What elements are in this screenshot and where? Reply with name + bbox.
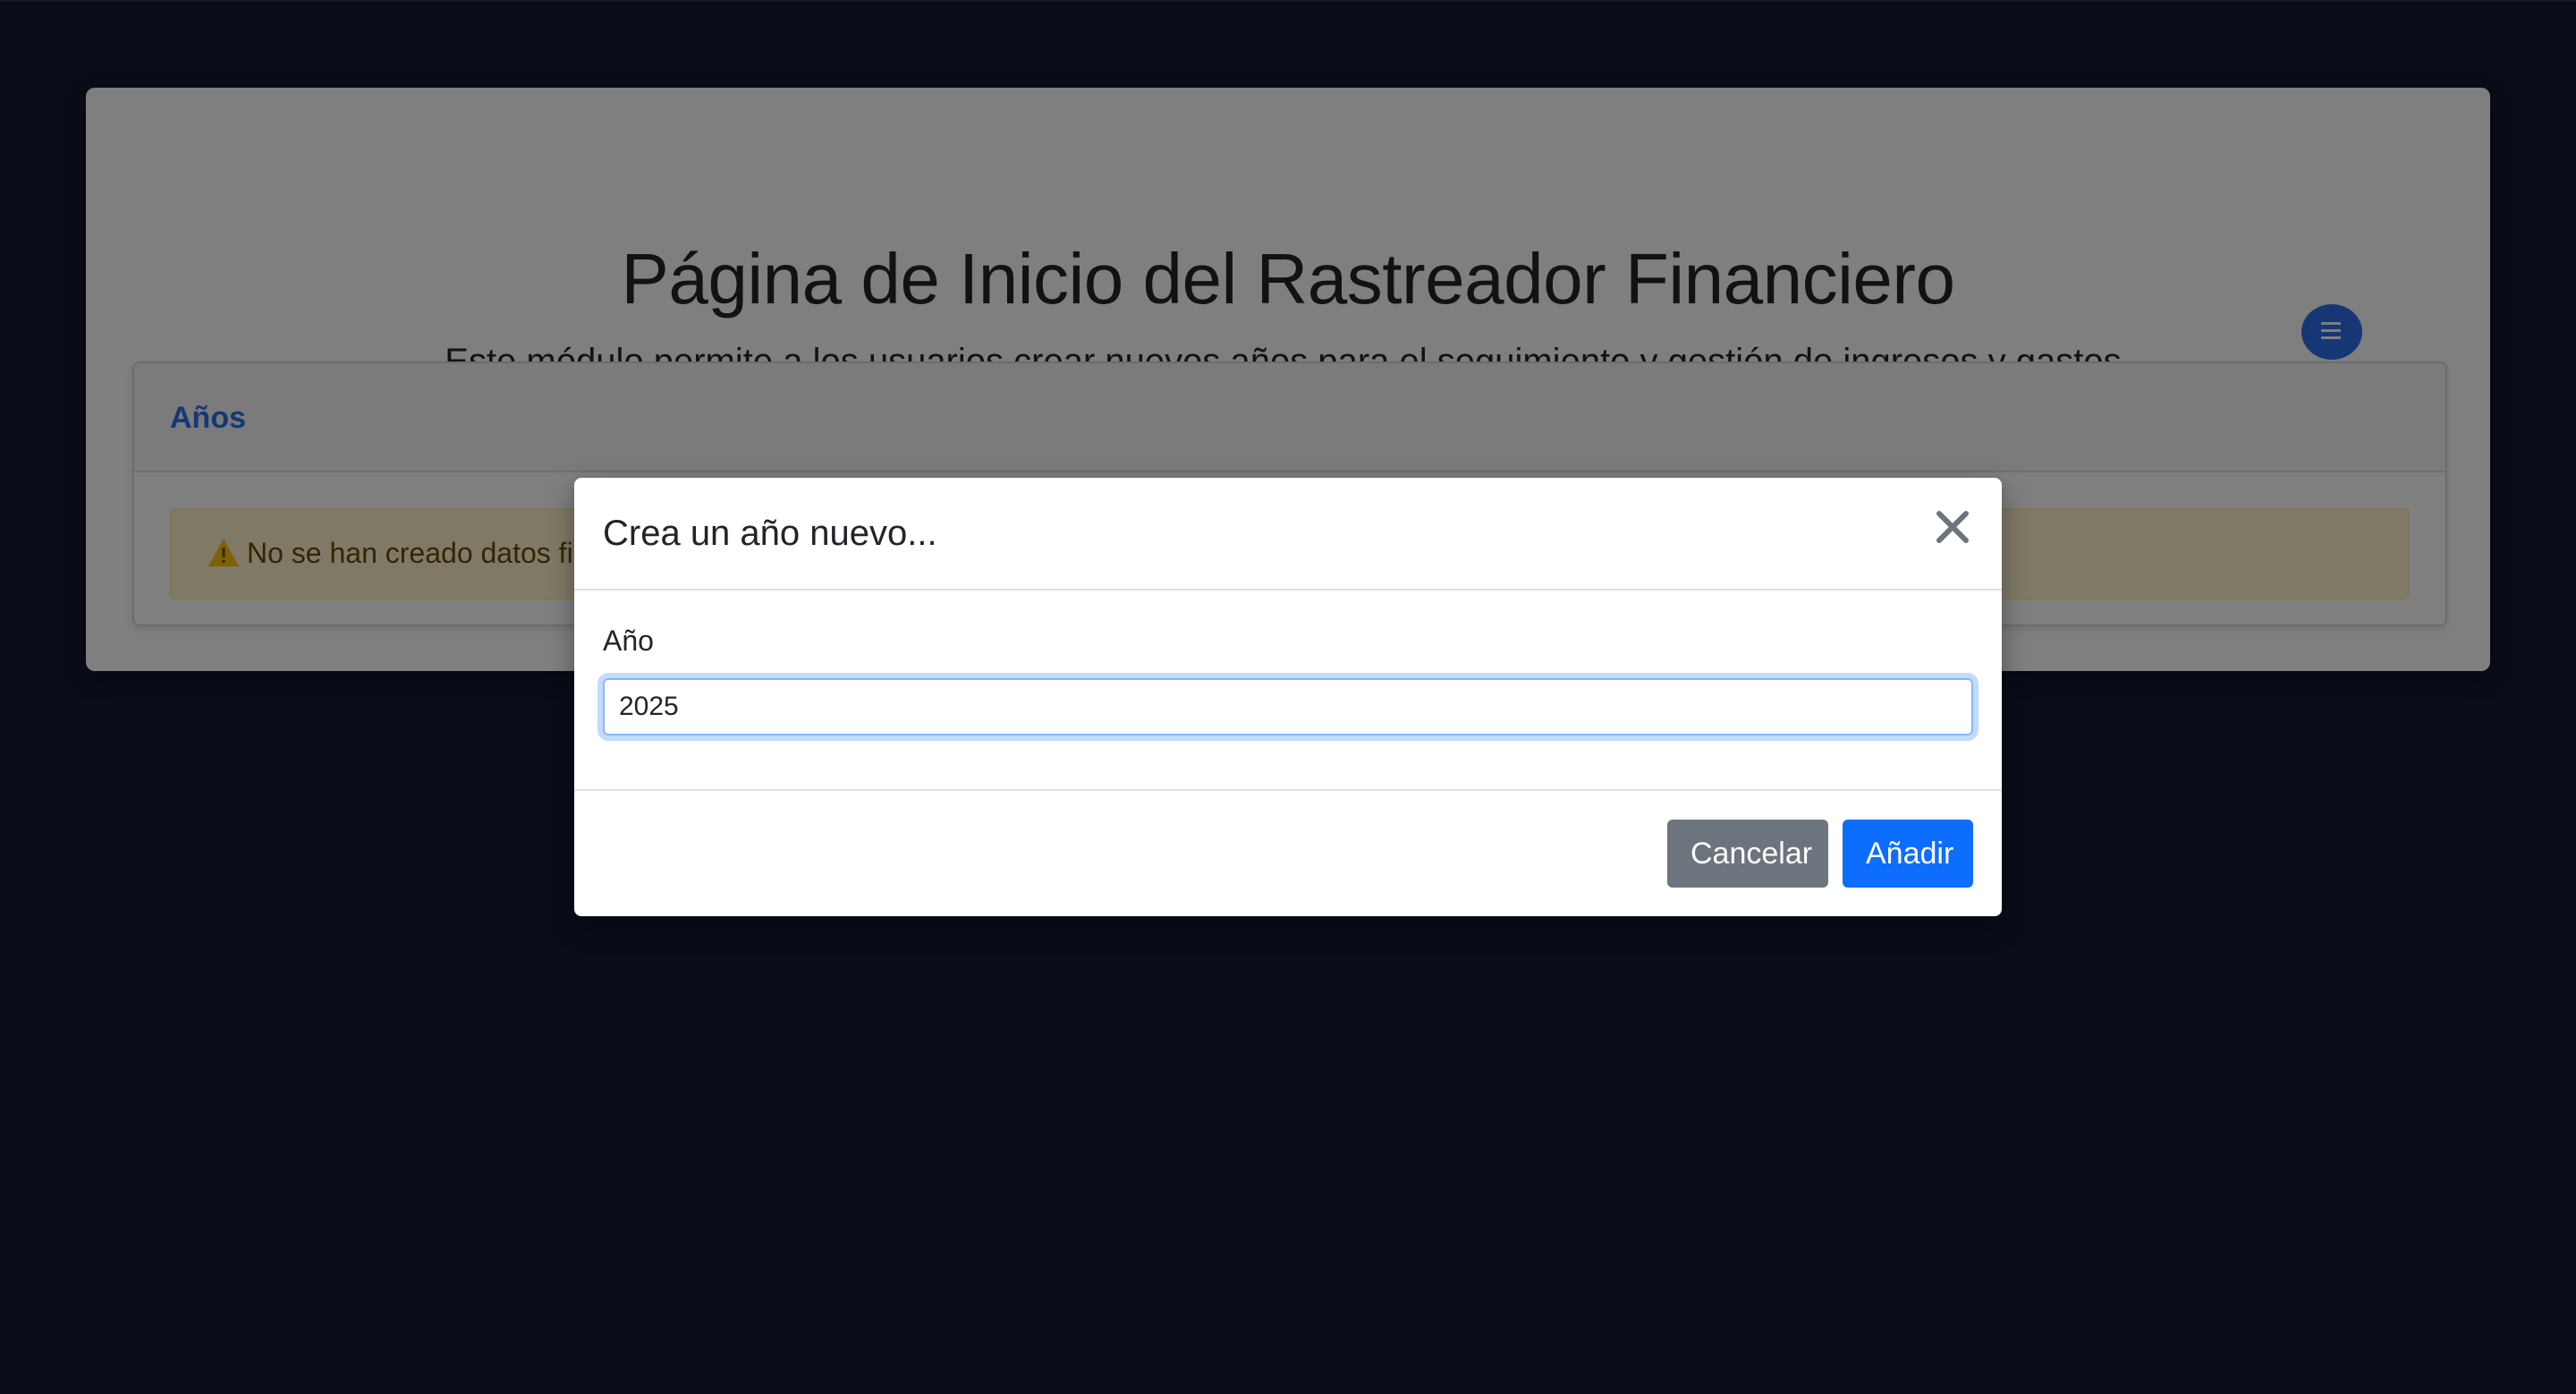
close-icon <box>1936 511 1969 543</box>
year-input[interactable] <box>603 678 1973 735</box>
modal-footer-divider <box>574 789 2002 791</box>
modal-body: Año <box>574 591 2002 798</box>
new-year-modal: Crea un año nuevo... Año Cancelar Añadir <box>574 478 2002 916</box>
modal-header: Crea un año nuevo... <box>574 478 2002 591</box>
close-button[interactable] <box>1930 505 1975 549</box>
modal-title: Crea un año nuevo... <box>603 514 937 553</box>
cancel-button[interactable]: Cancelar <box>1667 820 1828 888</box>
year-field-label: Año <box>603 625 654 657</box>
add-button[interactable]: Añadir <box>1843 820 1973 888</box>
